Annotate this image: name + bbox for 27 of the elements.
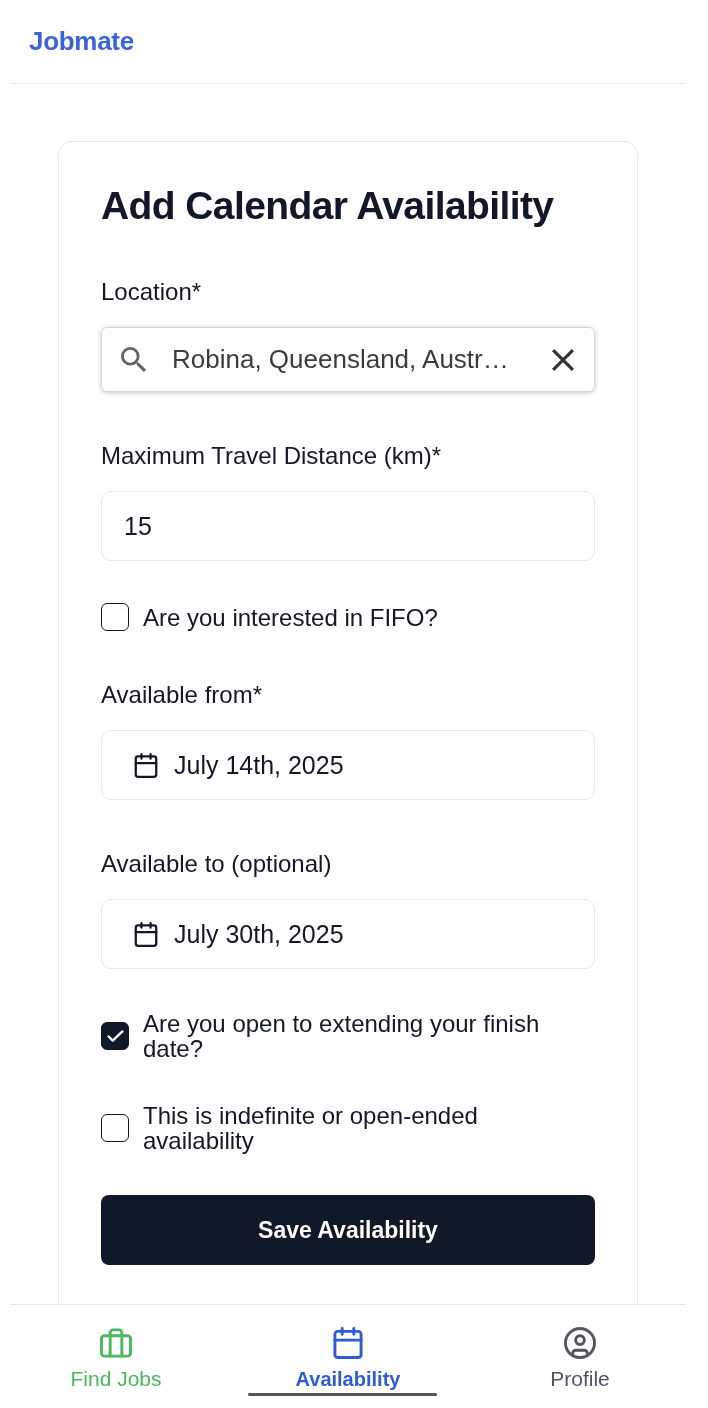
save-button[interactable]: Save Availability bbox=[101, 1195, 595, 1265]
checkbox[interactable] bbox=[101, 1022, 129, 1050]
checkbox-label[interactable]: Are you open to extending your finish date? bbox=[143, 1011, 583, 1061]
date-field[interactable]: July 14th, 2025 bbox=[101, 730, 595, 800]
calendar-icon bbox=[134, 752, 158, 778]
user-circle-icon bbox=[564, 1327, 596, 1359]
checkbox-label[interactable]: Are you interested in FIFO? bbox=[143, 604, 438, 630]
search-field[interactable]: Robina, Queensland, Austr… bbox=[101, 327, 595, 392]
briefcase-icon bbox=[100, 1327, 132, 1359]
field-label: Available to (optional) bbox=[101, 851, 333, 877]
field-label: Location* bbox=[101, 279, 203, 305]
checkbox[interactable] bbox=[101, 603, 129, 631]
field-label: Available from* bbox=[101, 682, 263, 708]
form-title: Add Calendar Availability bbox=[101, 183, 555, 229]
clear-icon[interactable] bbox=[552, 348, 574, 371]
search-icon bbox=[121, 347, 146, 372]
checkbox[interactable] bbox=[101, 1114, 129, 1142]
calendar-icon bbox=[332, 1327, 364, 1359]
field-label: Maximum Travel Distance (km)* bbox=[101, 443, 443, 469]
checkbox-label[interactable]: This is indefinite or open-ended availability bbox=[143, 1103, 583, 1153]
app-logo-text[interactable]: Jobmate bbox=[29, 26, 134, 57]
date-field[interactable]: July 30th, 2025 bbox=[101, 899, 595, 969]
nav-tab[interactable]: Availability bbox=[248, 1327, 448, 1391]
input-field[interactable]: 15 bbox=[101, 491, 595, 561]
nav-tab[interactable]: Profile bbox=[480, 1327, 680, 1391]
check-icon bbox=[106, 1030, 124, 1042]
calendar-icon bbox=[134, 921, 158, 947]
